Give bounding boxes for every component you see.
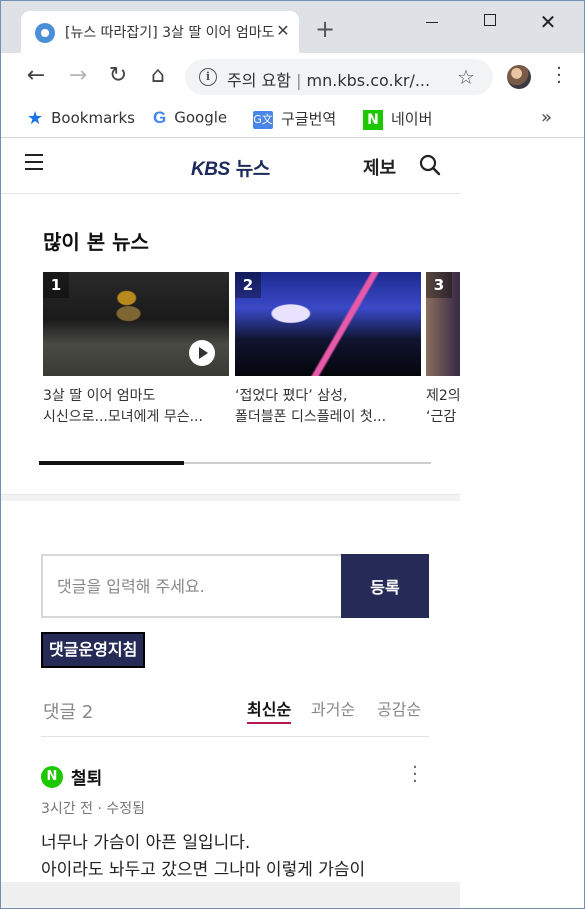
- bookmarks-bar: ★ Bookmarks G Google G文 구글번역 N 네이버 »: [1, 99, 584, 138]
- back-arrow-icon[interactable]: ←: [23, 63, 49, 89]
- sort-oldest-tab[interactable]: 과거순: [311, 696, 355, 720]
- headline-line: 제2의: [426, 388, 460, 404]
- kbs-favicon-icon: [35, 23, 55, 43]
- minimize-icon[interactable]: [409, 9, 455, 35]
- bookmark-naver[interactable]: N 네이버: [363, 108, 432, 130]
- bookmark-label: Google: [174, 108, 228, 127]
- comment-policy-button[interactable]: 댓글운영지침: [41, 632, 146, 668]
- bookmark-star-icon[interactable]: ☆: [457, 65, 475, 89]
- browser-window: [뉴스 따라잡기] 3살 딸 이어 엄마도 시신으로 ✕ + ✕ ← → ↻ ⌂…: [0, 0, 585, 909]
- bookmark-label: 네이버: [391, 110, 433, 128]
- comment-author: 철퇴: [71, 769, 103, 789]
- star-icon: ★: [27, 108, 44, 129]
- rank-badge: 2: [235, 272, 261, 298]
- maximize-icon[interactable]: [467, 9, 513, 35]
- comment-form: 등록: [41, 554, 429, 618]
- menu-dots-icon[interactable]: · · ·: [551, 60, 567, 92]
- news-thumbnail[interactable]: 1: [43, 272, 229, 376]
- sort-newest-label: 최신순: [247, 700, 292, 719]
- popular-news-carousel[interactable]: 1 3살 딸 이어 엄마도 시신으로...모녀에게 무슨... 2 ‘접었다 폈…: [43, 272, 460, 442]
- news-headline[interactable]: ‘접었다 폈다’ 삼성, 폴더블폰 디스플레이 첫...: [235, 386, 421, 428]
- carousel-scroll-thumb[interactable]: [39, 461, 185, 465]
- bookmark-bookmarks[interactable]: ★ Bookmarks: [27, 108, 135, 129]
- submit-comment-button[interactable]: 등록: [341, 554, 429, 618]
- home-icon[interactable]: ⌂: [145, 63, 171, 89]
- headline-line: ‘접었다 폈다’ 삼성,: [235, 388, 348, 404]
- active-tab-underline: [247, 722, 292, 724]
- page-bottom-bar: [1, 882, 460, 908]
- security-label: 주의 요함: [227, 71, 291, 90]
- play-icon[interactable]: [189, 340, 215, 366]
- comment-count-value: 2: [81, 702, 94, 723]
- bookmark-label: Bookmarks: [51, 109, 135, 127]
- comment-line: 아이라도 놔두고 갔으면 그나마 이렇게 가슴이: [41, 860, 366, 880]
- page-margin: [460, 138, 584, 908]
- news-thumbnail[interactable]: 3: [426, 272, 460, 376]
- site-header: KBS 뉴스 제보: [1, 138, 460, 194]
- page-content: KBS 뉴스 제보 많이 본 뉴스 1 3살 딸 이어 엄마도 시신으로...모…: [1, 138, 460, 908]
- address-separator: |: [296, 71, 302, 90]
- tab-strip: [뉴스 따라잡기] 3살 딸 이어 엄마도 시신으로 ✕ + ✕: [1, 1, 584, 53]
- address-bar[interactable]: i 주의 요함 | mn.kbs.co.kr/... ☆: [185, 59, 493, 95]
- headline-line: 시신으로...모녀에게 무슨...: [43, 409, 203, 425]
- report-link[interactable]: 제보: [363, 154, 396, 180]
- logo-kbs: KBS: [191, 159, 230, 180]
- comment-divider: [41, 736, 429, 737]
- reload-icon[interactable]: ↻: [105, 63, 131, 89]
- comment-line: 너무나 가슴이 아픈 일입니다.: [41, 833, 251, 853]
- logo-news: 뉴스: [235, 158, 270, 180]
- carousel-scrollbar[interactable]: [39, 461, 431, 465]
- url-text: mn.kbs.co.kr/...: [306, 71, 431, 90]
- tab-title: [뉴스 따라잡기] 3살 딸 이어 엄마도 시신으로: [65, 25, 275, 41]
- comment-meta: 3시간 전 · 수정됨: [41, 801, 145, 817]
- browser-toolbar: ← → ↻ ⌂ i 주의 요함 | mn.kbs.co.kr/... ☆ · · ·: [1, 53, 584, 99]
- bookmark-google-translate[interactable]: G文 구글번역: [253, 108, 336, 129]
- google-translate-icon: G文: [253, 110, 273, 129]
- rank-badge: 1: [43, 272, 69, 298]
- bookmarks-overflow-icon[interactable]: »: [541, 107, 552, 128]
- news-card[interactable]: 2 ‘접었다 폈다’ 삼성, 폴더블폰 디스플레이 첫...: [235, 272, 421, 428]
- site-logo[interactable]: KBS 뉴스: [191, 154, 270, 181]
- bookmark-google[interactable]: G Google: [153, 108, 227, 128]
- browser-tab[interactable]: [뉴스 따라잡기] 3살 딸 이어 엄마도 시신으로 ✕: [21, 11, 299, 53]
- new-tab-icon[interactable]: +: [313, 17, 337, 41]
- popular-news-title: 많이 본 뉴스: [43, 230, 149, 254]
- headline-line: 3살 딸 이어 엄마도: [43, 388, 156, 404]
- hamburger-menu-icon[interactable]: [25, 154, 43, 170]
- address-text: 주의 요함 | mn.kbs.co.kr/...: [227, 67, 430, 91]
- rank-badge: 3: [426, 272, 452, 298]
- info-icon[interactable]: i: [199, 68, 217, 86]
- naver-icon: N: [41, 766, 63, 788]
- news-headline[interactable]: 3살 딸 이어 엄마도 시신으로...모녀에게 무슨...: [43, 386, 229, 428]
- comment-input[interactable]: [41, 554, 341, 618]
- news-thumbnail[interactable]: 2: [235, 272, 421, 376]
- headline-line: ‘근감: [426, 409, 457, 425]
- comment-count: 댓글 2: [43, 698, 93, 724]
- search-icon[interactable]: [419, 154, 441, 176]
- naver-icon: N: [363, 109, 383, 130]
- news-card[interactable]: 1 3살 딸 이어 엄마도 시신으로...모녀에게 무슨...: [43, 272, 229, 428]
- section-divider: [1, 494, 460, 501]
- comment-count-label: 댓글: [43, 702, 77, 723]
- forward-arrow-icon[interactable]: →: [65, 63, 91, 89]
- comment-body: 너무나 가슴이 아픈 일입니다. 아이라도 놔두고 갔으면 그나마 이렇게 가슴…: [41, 830, 365, 884]
- headline-line: 폴더블폰 디스플레이 첫...: [235, 409, 387, 425]
- news-card[interactable]: 3 제2의 ‘근감: [426, 272, 460, 428]
- comment-more-icon[interactable]: · · ·: [411, 759, 419, 791]
- google-icon: G: [153, 108, 167, 127]
- profile-avatar[interactable]: [507, 65, 531, 89]
- tab-close-icon[interactable]: ✕: [273, 21, 293, 41]
- close-icon[interactable]: ✕: [525, 9, 571, 35]
- sort-newest-tab[interactable]: 최신순: [247, 696, 292, 724]
- bookmark-label: 구글번역: [281, 110, 337, 128]
- news-headline[interactable]: 제2의 ‘근감: [426, 386, 460, 428]
- sort-likes-tab[interactable]: 공감순: [377, 696, 421, 720]
